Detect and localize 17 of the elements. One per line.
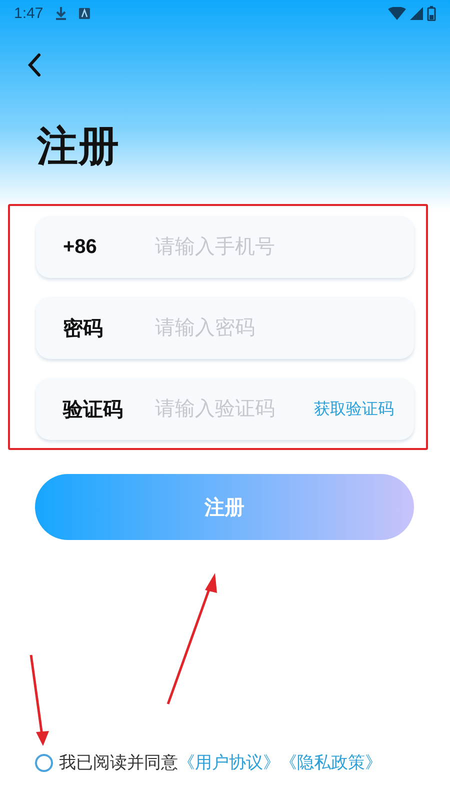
agreement-text: 我已阅读并同意 xyxy=(59,752,178,774)
field-label: 密码 xyxy=(63,316,104,342)
signal-icon xyxy=(410,6,423,20)
field-label: 验证码 xyxy=(63,398,124,422)
get-code-link[interactable]: 获取验证码 xyxy=(314,398,394,420)
battery-icon xyxy=(427,6,436,20)
back-icon xyxy=(27,53,41,77)
register-button[interactable]: 注册 xyxy=(35,474,414,540)
app-icon xyxy=(79,8,90,18)
agree-radio[interactable] xyxy=(35,754,53,772)
policy-link[interactable]: 《用户协议》 xyxy=(178,751,280,774)
wifi-icon xyxy=(388,6,406,20)
page-title: 注册 xyxy=(37,122,120,171)
policy-link[interactable]: 《隐私政策》 xyxy=(280,751,382,774)
status-time: 1:47 xyxy=(14,4,44,22)
field-label: +86 xyxy=(63,236,98,258)
download-icon xyxy=(55,6,68,20)
